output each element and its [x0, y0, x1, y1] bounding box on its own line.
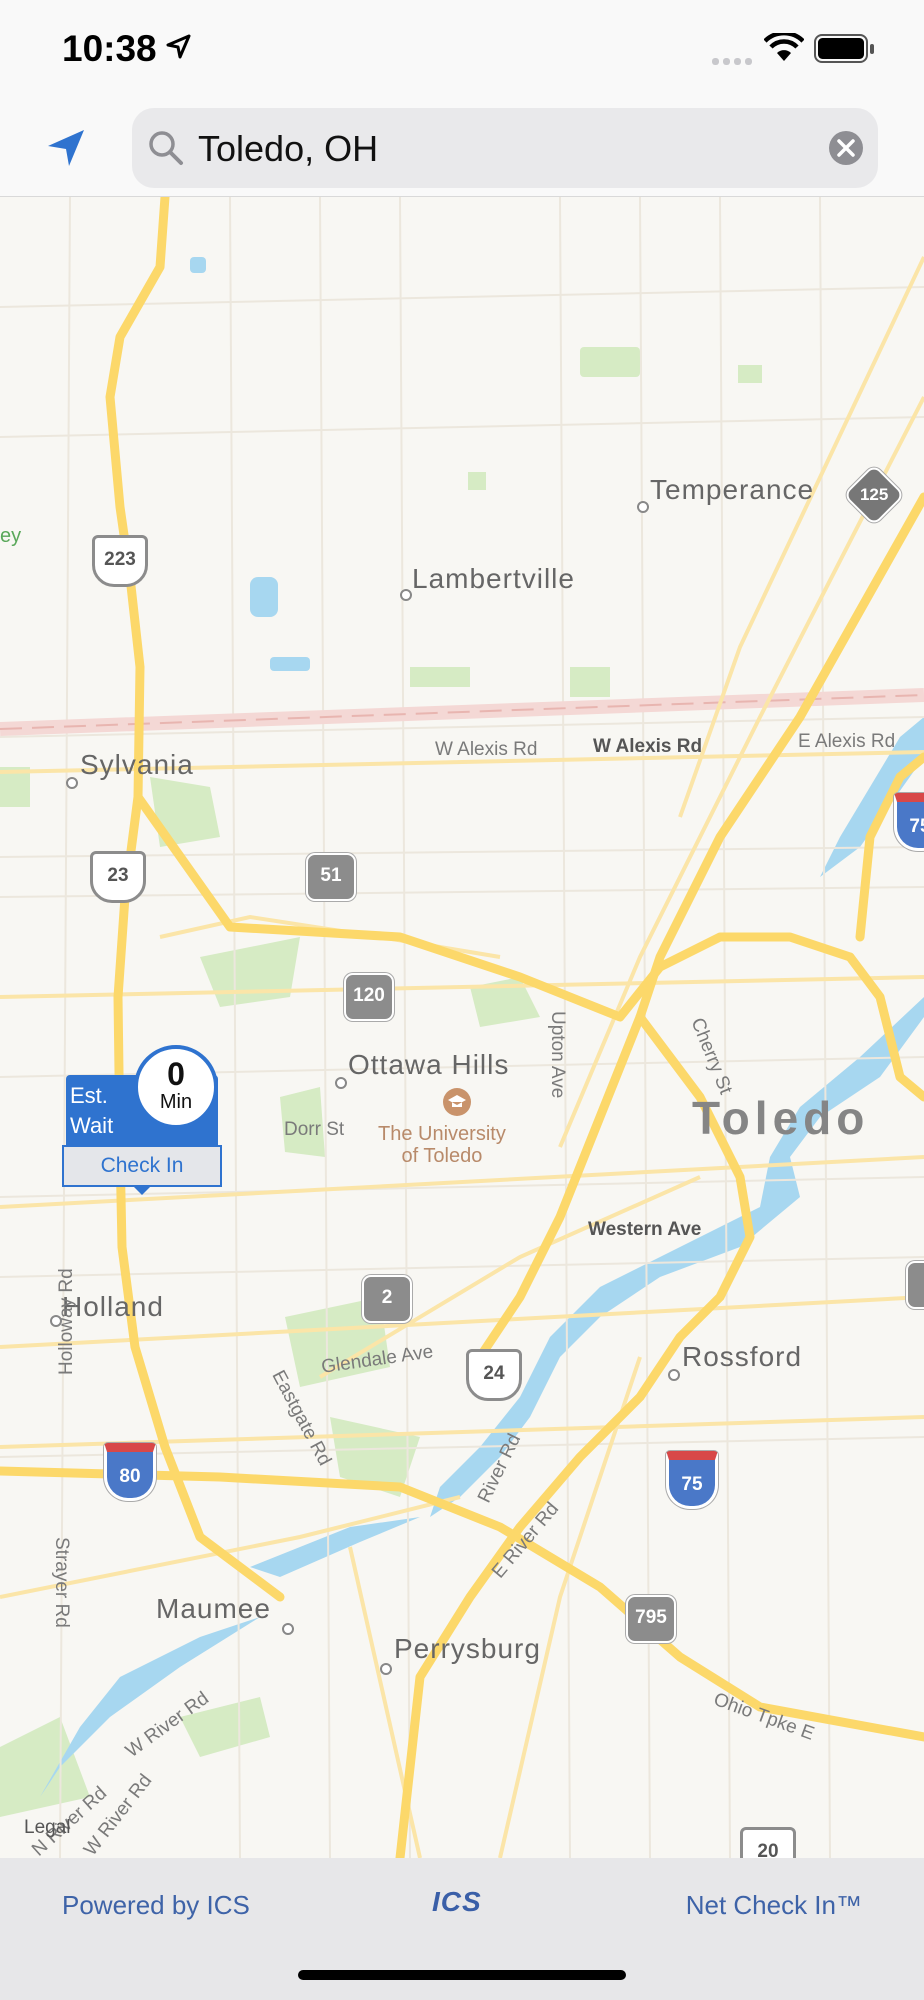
state-route-shield: 2: [362, 1275, 412, 1323]
city-label-sylvania: Sylvania: [80, 749, 194, 780]
us-route-shield: 23: [90, 851, 146, 903]
home-indicator: [298, 1970, 626, 1980]
state-route-shield: 795: [626, 1595, 676, 1643]
us-route-shield: 20: [740, 1827, 796, 1858]
map-view[interactable]: Temperance Lambertville Sylvania Ottawa …: [0, 197, 924, 1858]
state-route-shield-edge: [906, 1261, 924, 1309]
est-wait-label: Est. Wait: [70, 1081, 113, 1141]
us-route-shield: 223: [92, 535, 148, 587]
location-services-icon: [166, 34, 191, 59]
city-label-rossford: Rossford: [682, 1341, 803, 1372]
city-dot: [637, 501, 649, 513]
road-label: Holloway Rd: [56, 1268, 77, 1375]
poi-university-line2: of Toledo: [401, 1145, 483, 1167]
city-dot: [335, 1077, 347, 1089]
poi-university-line1: The University: [378, 1123, 506, 1145]
cellular-signal-icon: [712, 52, 756, 70]
state-route-number: 125: [859, 485, 889, 504]
city-label-temperance: Temperance: [650, 474, 815, 505]
status-bar: 10:38: [0, 0, 924, 100]
road-label: Upton Ave: [547, 1011, 568, 1099]
wifi-icon: [764, 33, 804, 61]
wait-time-callout[interactable]: Est. Wait 0 Min Check In: [62, 1045, 222, 1205]
powered-by-link[interactable]: Powered by ICS: [62, 1890, 250, 1921]
road-label: Strayer Rd: [51, 1537, 72, 1628]
city-dot: [380, 1663, 392, 1675]
est-label-line1: Est.: [70, 1083, 108, 1108]
map-base: [0, 197, 924, 1858]
ics-logo: ICS: [432, 1886, 482, 1917]
current-location-icon[interactable]: [40, 122, 92, 174]
map-legal-link[interactable]: Legal: [24, 1817, 71, 1839]
net-check-in-link[interactable]: Net Check In™: [686, 1890, 862, 1921]
edge-park-label: ey: [0, 525, 22, 547]
wait-time-value: 0: [167, 1056, 185, 1092]
city-label-toledo: Toledo: [692, 1092, 870, 1144]
road-label: Dorr St: [284, 1119, 345, 1140]
state-route-shield: 120: [344, 973, 394, 1021]
road-label: W Alexis Rd: [435, 739, 538, 760]
road-label: E Alexis Rd: [798, 731, 896, 752]
city-label-ottawa-hills: Ottawa Hills: [348, 1049, 510, 1080]
wait-time-unit: Min: [159, 1091, 193, 1113]
state-route-shield: 51: [306, 853, 356, 901]
city-dot: [400, 589, 412, 601]
wait-time-badge: 0 Min: [134, 1045, 218, 1129]
est-label-line2: Wait: [70, 1113, 114, 1138]
road-label: W Alexis Rd: [593, 736, 703, 757]
search-header: Toledo, OH: [0, 100, 924, 197]
clear-search-icon[interactable]: [828, 130, 864, 166]
city-dot: [668, 1369, 680, 1381]
search-icon: [149, 131, 183, 165]
search-query: Toledo, OH: [198, 128, 379, 169]
road-label: Western Ave: [588, 1219, 702, 1240]
city-dot: [66, 777, 78, 789]
status-time: 10:38: [62, 28, 157, 69]
footer: Powered by ICS ICS Net Check In™: [0, 1858, 924, 2000]
poi-university: The University of Toledo: [378, 1123, 506, 1167]
city-label-lambertville: Lambertville: [412, 563, 575, 594]
check-in-button[interactable]: Check In: [62, 1145, 222, 1187]
interstate-shield: 80: [104, 1443, 156, 1501]
battery-icon: [814, 34, 874, 63]
us-route-shield: 24: [466, 1349, 522, 1401]
callout-pointer: [132, 1185, 152, 1195]
interstate-shield: 75: [666, 1451, 718, 1509]
city-label-perrysburg: Perrysburg: [394, 1633, 541, 1664]
search-input[interactable]: Toledo, OH: [132, 108, 878, 188]
city-label-maumee: Maumee: [156, 1593, 271, 1624]
city-dot: [282, 1623, 294, 1635]
